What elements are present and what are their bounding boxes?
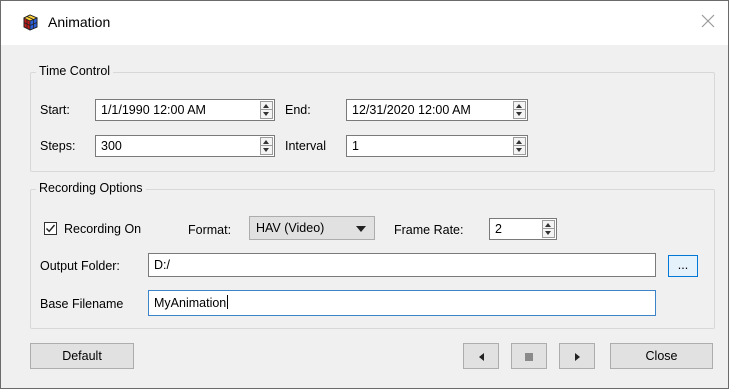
frame-rate-label: Frame Rate: (394, 223, 464, 237)
spin-down-icon[interactable] (545, 231, 551, 235)
steps-spinbox[interactable]: 300 (95, 135, 275, 157)
spin-down-icon[interactable] (516, 112, 522, 116)
interval-spinbox[interactable]: 1 (346, 135, 528, 157)
interval-label: Interval (285, 139, 326, 153)
steps-value: 300 (101, 139, 122, 153)
format-label: Format: (188, 223, 232, 237)
recording-on-checkbox[interactable] (44, 222, 57, 235)
steps-spin-buttons[interactable] (260, 137, 273, 155)
end-label: End: (285, 103, 311, 117)
spin-up-icon[interactable] (516, 104, 522, 108)
end-date-spinbox[interactable]: 12/31/2020 12:00 AM (346, 99, 528, 121)
start-date-value: 1/1/1990 12:00 AM (101, 103, 206, 117)
browse-button-label: ... (677, 258, 689, 272)
start-label: Start: (40, 103, 70, 117)
start-spin-buttons[interactable] (260, 101, 273, 119)
output-folder-value: D:/ (154, 258, 170, 272)
title-bar: Animation (1, 1, 728, 45)
output-folder-input[interactable]: D:/ (148, 253, 656, 277)
close-button[interactable]: Close (610, 343, 713, 369)
chevron-down-icon[interactable] (356, 226, 366, 232)
format-value: HAV (Video) (256, 221, 325, 235)
window-title: Animation (48, 14, 111, 30)
base-filename-value: MyAnimation (154, 296, 227, 310)
recording-on-label[interactable]: Recording On (64, 221, 141, 237)
spin-up-icon[interactable] (263, 104, 269, 108)
default-button-label: Default (62, 349, 102, 363)
recording-options-legend: Recording Options (36, 181, 146, 195)
stop-button[interactable] (511, 343, 547, 369)
interval-spin-buttons[interactable] (513, 137, 526, 155)
spin-up-icon[interactable] (545, 223, 551, 227)
base-filename-label: Base Filename (40, 297, 124, 311)
end-spin-buttons[interactable] (513, 101, 526, 119)
default-button[interactable]: Default (30, 343, 134, 369)
frame-rate-spin-buttons[interactable] (542, 220, 555, 238)
spin-down-icon[interactable] (263, 148, 269, 152)
output-folder-label: Output Folder: (40, 259, 120, 273)
frame-rate-spinbox[interactable]: 2 (489, 218, 557, 240)
close-button-label: Close (645, 349, 678, 363)
spin-up-icon[interactable] (516, 140, 522, 144)
text-caret (227, 295, 229, 309)
spin-up-icon[interactable] (263, 140, 269, 144)
app-cube-icon (23, 14, 39, 31)
base-filename-input[interactable]: MyAnimation (148, 290, 656, 316)
format-dropdown[interactable]: HAV (Video) (249, 216, 375, 240)
triangle-right-icon (574, 352, 580, 361)
interval-value: 1 (352, 139, 359, 153)
triangle-left-icon (478, 352, 484, 361)
end-date-value: 12/31/2020 12:00 AM (352, 103, 471, 117)
steps-label: Steps: (40, 139, 76, 153)
start-date-spinbox[interactable]: 1/1/1990 12:00 AM (95, 99, 275, 121)
checkmark-icon (45, 224, 56, 233)
next-button[interactable] (559, 343, 595, 369)
spin-down-icon[interactable] (516, 148, 522, 152)
animation-dialog: Animation Time Control Start: 1/1/1990 1… (0, 0, 729, 389)
time-control-legend: Time Control (36, 64, 114, 78)
stop-square-icon (525, 352, 533, 361)
previous-button[interactable] (463, 343, 499, 369)
browse-folder-button[interactable]: ... (668, 255, 698, 277)
frame-rate-value: 2 (495, 222, 502, 236)
spin-down-icon[interactable] (263, 112, 269, 116)
close-icon[interactable] (698, 11, 718, 31)
time-control-group (30, 72, 715, 172)
